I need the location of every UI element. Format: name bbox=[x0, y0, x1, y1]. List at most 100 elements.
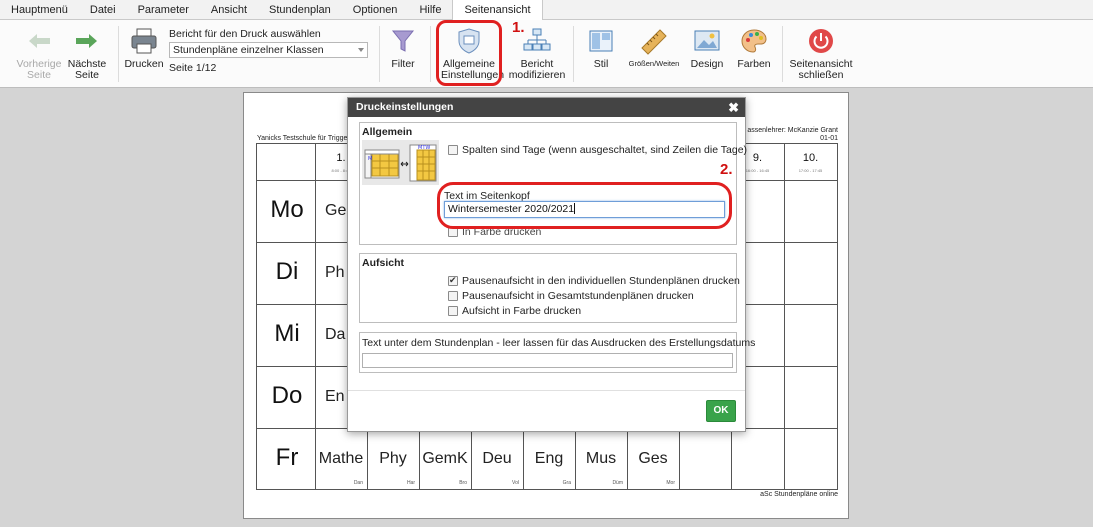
break-supervision-individual-checkbox[interactable]: Pausenaufsicht in den individuellen Stun… bbox=[448, 275, 740, 287]
page-footer: aSc Stundenpläne online bbox=[760, 491, 838, 498]
grid-line bbox=[679, 428, 680, 489]
footer-text-input[interactable] bbox=[362, 353, 733, 368]
supervision-color-checkbox[interactable]: Aufsicht in Farbe drucken bbox=[448, 305, 581, 317]
picture-icon bbox=[691, 26, 723, 56]
print-label: Drucken bbox=[124, 58, 164, 70]
close-preview-button[interactable]: Seitenansicht schließen bbox=[788, 22, 854, 80]
close-icon[interactable]: ✖ bbox=[728, 98, 739, 117]
menu-datei[interactable]: Datei bbox=[79, 0, 127, 19]
step-2-label: 2. bbox=[720, 161, 733, 178]
section-footer-text: Text unter dem Stundenplan - leer lassen… bbox=[359, 332, 755, 373]
lesson-teacher: Dan bbox=[353, 480, 363, 486]
columns-are-days-label: Spalten sind Tage (wenn ausgeschaltet, s… bbox=[462, 144, 748, 156]
palette-icon bbox=[738, 26, 770, 56]
design-label: Design bbox=[690, 58, 724, 70]
menu-ansicht[interactable]: Ansicht bbox=[200, 0, 258, 19]
report-select-value: Stundenpläne einzelner Klassen bbox=[173, 44, 324, 56]
lesson-teacher: Har bbox=[406, 480, 415, 486]
print-settings-dialog: Druckeinstellungen ✖ Allgemein M MTW Spa… bbox=[347, 97, 755, 432]
day-label: Do bbox=[271, 382, 303, 409]
menu-optionen[interactable]: Optionen bbox=[342, 0, 409, 19]
svg-text:M: M bbox=[368, 156, 372, 162]
lesson-subject: Mus bbox=[585, 450, 617, 467]
ribbon-separator bbox=[573, 26, 574, 82]
page-indicator: Seite 1/12 bbox=[169, 62, 217, 74]
modify-report-label: Bericht modifizieren bbox=[508, 58, 566, 81]
colors-button[interactable]: Farben bbox=[734, 22, 774, 70]
lesson-subject: Ges bbox=[638, 450, 668, 467]
filter-button[interactable]: Filter bbox=[385, 22, 421, 70]
lesson-subject: Ge bbox=[325, 202, 347, 219]
ribbon-toolbar: Vorherige Seite Nächste Seite Drucken Be… bbox=[0, 20, 1093, 88]
style-label: Stil bbox=[593, 58, 609, 70]
svg-text:MTW: MTW bbox=[418, 145, 430, 151]
printer-icon bbox=[128, 26, 160, 56]
dialog-header: Druckeinstellungen ✖ bbox=[348, 98, 745, 117]
section-supervision: Aufsicht Pausenaufsicht in den individue… bbox=[359, 253, 740, 323]
lesson-teacher: Bro bbox=[459, 480, 467, 486]
filter-label: Filter bbox=[391, 58, 415, 70]
dialog-title: Druckeinstellungen bbox=[356, 101, 454, 113]
ribbon-separator bbox=[782, 26, 783, 82]
arrow-right-icon bbox=[71, 26, 103, 56]
funnel-icon bbox=[387, 26, 419, 56]
ruler-icon bbox=[638, 26, 670, 56]
menu-parameter[interactable]: Parameter bbox=[127, 0, 200, 19]
lesson-subject: Ph bbox=[325, 264, 345, 281]
day-label: Di bbox=[275, 258, 299, 285]
report-select[interactable]: Stundenpläne einzelner Klassen bbox=[169, 42, 368, 58]
checkbox-box[interactable] bbox=[448, 275, 458, 286]
checkbox-box[interactable] bbox=[448, 291, 458, 301]
school-name: Yanicks Testschule für Trigge bbox=[257, 135, 348, 142]
lesson-subject: Phy bbox=[379, 450, 407, 467]
ok-button[interactable]: OK bbox=[706, 400, 736, 422]
report-select-label: Bericht für den Druck auswählen bbox=[169, 28, 321, 40]
lesson-subject: GemK bbox=[422, 450, 468, 467]
lesson-subject: Da bbox=[325, 326, 346, 343]
class-teacher: assenlehrer: McKanzie Grant 01-01 bbox=[747, 127, 838, 143]
sizes-button[interactable]: Größen/Weiten bbox=[626, 22, 682, 70]
ribbon-separator bbox=[430, 26, 431, 82]
ribbon-separator bbox=[118, 26, 119, 82]
day-label: Mo bbox=[270, 196, 304, 223]
menu-hilfe[interactable]: Hilfe bbox=[408, 0, 452, 19]
orientation-preview-icon: M MTW bbox=[362, 140, 439, 185]
lesson-subject: Deu bbox=[482, 450, 512, 467]
style-button[interactable]: Stil bbox=[584, 22, 618, 70]
footer-text-label: Text unter dem Stundenplan - leer lassen… bbox=[362, 337, 756, 349]
class-code: 01-01 bbox=[820, 135, 838, 142]
period-header: 10. bbox=[802, 152, 819, 164]
colors-label: Farben bbox=[737, 58, 771, 70]
class-teacher-name: assenlehrer: McKanzie Grant bbox=[747, 127, 838, 134]
design-button[interactable]: Design bbox=[688, 22, 726, 70]
highlight-general-settings bbox=[436, 20, 502, 86]
day-label: Fr bbox=[275, 444, 299, 471]
print-button[interactable]: Drucken bbox=[124, 22, 164, 70]
lesson-subject: Eng bbox=[534, 450, 564, 467]
lesson-teacher: Gra bbox=[562, 480, 571, 486]
grid-line bbox=[784, 144, 785, 489]
step-1-label: 1. bbox=[512, 19, 525, 36]
section-general-title: Allgemein bbox=[362, 126, 413, 138]
sitemap-icon bbox=[521, 26, 553, 56]
power-icon bbox=[805, 26, 837, 56]
menu-stundenplan[interactable]: Stundenplan bbox=[258, 0, 342, 19]
lesson-teacher: Vol bbox=[512, 480, 519, 486]
lesson-subject: En bbox=[325, 388, 345, 405]
next-page-button[interactable]: Nächste Seite bbox=[64, 22, 110, 80]
columns-are-days-checkbox[interactable]: Spalten sind Tage (wenn ausgeschaltet, s… bbox=[448, 144, 747, 156]
menu-seitenansicht[interactable]: Seitenansicht bbox=[452, 0, 543, 21]
break-supervision-overall-label: Pausenaufsicht in Gesamtstundenplänen dr… bbox=[462, 290, 694, 302]
previous-page-button[interactable]: Vorherige Seite bbox=[14, 22, 64, 80]
break-supervision-individual-label: Pausenaufsicht in den individuellen Stun… bbox=[462, 275, 740, 287]
menu-hauptmenu[interactable]: Hauptmenü bbox=[0, 0, 79, 19]
checkbox-box[interactable] bbox=[448, 145, 458, 155]
next-page-label: Nächste Seite bbox=[67, 58, 107, 81]
previous-page-label: Vorherige Seite bbox=[16, 58, 62, 81]
dialog-divider bbox=[348, 390, 745, 391]
break-supervision-overall-checkbox[interactable]: Pausenaufsicht in Gesamtstundenplänen dr… bbox=[448, 290, 694, 302]
close-preview-label: Seitenansicht schließen bbox=[789, 58, 853, 81]
lesson-teacher: Mor bbox=[666, 480, 675, 486]
period-time: 17:00 - 17:45 bbox=[798, 168, 823, 173]
checkbox-box[interactable] bbox=[448, 306, 458, 316]
